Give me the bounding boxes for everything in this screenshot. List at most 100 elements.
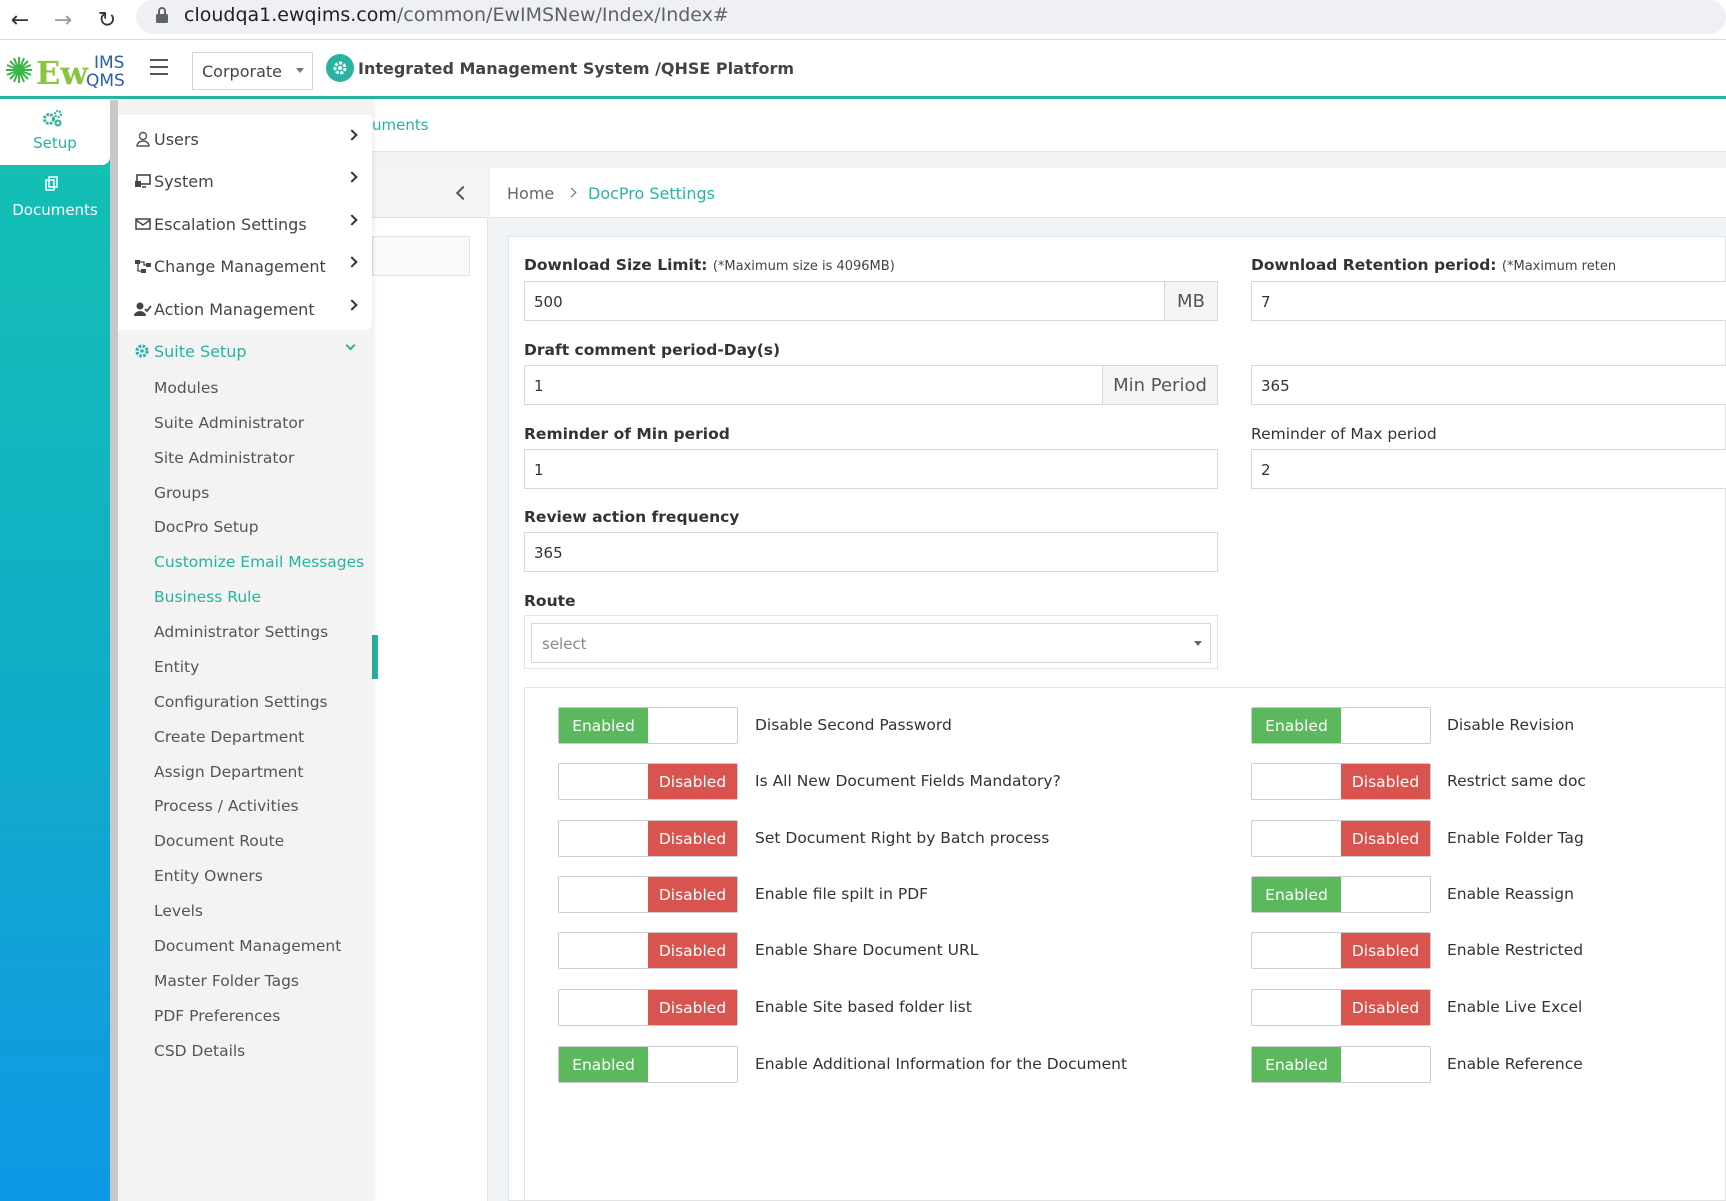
toggle-restrict-same-doc[interactable]: Disabled bbox=[1251, 763, 1431, 800]
toggle-additional-information[interactable]: Enabled bbox=[558, 1046, 738, 1083]
breadcrumb-home[interactable]: Home bbox=[507, 184, 554, 203]
route-label: Route bbox=[524, 592, 576, 610]
download-size-input[interactable]: 500 bbox=[524, 281, 1165, 321]
user-check-icon bbox=[134, 302, 152, 316]
toggle-site-folder-list[interactable]: Disabled bbox=[558, 989, 738, 1026]
toggle-state: Disabled bbox=[1341, 990, 1430, 1025]
lock-icon bbox=[156, 7, 168, 23]
toggle-label: Is All New Document Fields Mandatory? bbox=[755, 772, 1061, 790]
draft-max-input[interactable]: 365 bbox=[1251, 365, 1726, 405]
toggle-reference[interactable]: Enabled bbox=[1251, 1046, 1431, 1083]
hamburger-menu-icon[interactable] bbox=[150, 59, 168, 75]
toggle-label: Enable Reference bbox=[1447, 1055, 1583, 1073]
submenu-master-folder-tags[interactable]: Master Folder Tags bbox=[154, 972, 299, 990]
reminder-min-input[interactable]: 1 bbox=[524, 449, 1218, 489]
toggle-label: Enable Site based folder list bbox=[755, 998, 972, 1016]
menu-item-label: Change Management bbox=[154, 256, 326, 276]
back-icon[interactable]: ← bbox=[6, 6, 34, 34]
submenu-entity-owners[interactable]: Entity Owners bbox=[154, 867, 263, 885]
submenu-create-department[interactable]: Create Department bbox=[154, 728, 304, 746]
submenu-csd-details[interactable]: CSD Details bbox=[154, 1042, 245, 1060]
submenu-configuration-settings[interactable]: Configuration Settings bbox=[154, 693, 328, 711]
caret-down-icon bbox=[1194, 641, 1202, 646]
breadcrumb-current: DocPro Settings bbox=[588, 184, 715, 203]
menu-item-change-management[interactable]: Change Management bbox=[134, 251, 366, 281]
submenu-levels[interactable]: Levels bbox=[154, 902, 203, 920]
tab-documents[interactable]: uments bbox=[372, 116, 429, 134]
entity-selector[interactable]: Corporate bbox=[192, 52, 313, 90]
submenu-docpro-setup[interactable]: DocPro Setup bbox=[154, 518, 259, 536]
platform-title: Integrated Management System /QHSE Platf… bbox=[358, 59, 795, 78]
caret-down-icon bbox=[296, 68, 304, 73]
toggle-label: Enable Live Excel bbox=[1447, 998, 1583, 1016]
sitemap-icon bbox=[135, 260, 151, 273]
menu-item-users[interactable]: Users bbox=[134, 124, 366, 154]
submenu-site-administrator[interactable]: Site Administrator bbox=[154, 449, 294, 467]
toggle-batch-document-right[interactable]: Disabled bbox=[558, 820, 738, 857]
submenu-pdf-preferences[interactable]: PDF Preferences bbox=[154, 1007, 280, 1025]
toggle-all-fields-mandatory[interactable]: Disabled bbox=[558, 763, 738, 800]
toggle-state: Enabled bbox=[1252, 1047, 1341, 1082]
app-header: Ew IMS QMS Corporate Integrated Manageme… bbox=[0, 40, 1726, 99]
menu-item-system[interactable]: System bbox=[134, 166, 366, 196]
reminder-min-label: Reminder of Min period bbox=[524, 425, 730, 443]
toggle-disable-revision[interactable]: Enabled bbox=[1251, 707, 1431, 744]
retention-label: Download Retention period: (*Maximum ret… bbox=[1251, 256, 1616, 274]
reminder-max-input[interactable]: 2 bbox=[1251, 449, 1726, 489]
module-tab-bar bbox=[372, 100, 1726, 152]
submenu-administrator-settings[interactable]: Administrator Settings bbox=[154, 623, 328, 641]
rail-setup-label: Setup bbox=[33, 134, 77, 152]
menu-item-label: Users bbox=[154, 129, 199, 149]
reload-icon[interactable]: ↻ bbox=[93, 6, 121, 34]
submenu-document-route[interactable]: Document Route bbox=[154, 832, 284, 850]
folder-tree-panel bbox=[372, 168, 488, 1201]
submenu-document-management[interactable]: Document Management bbox=[154, 937, 341, 955]
forward-icon[interactable]: → bbox=[49, 6, 77, 34]
rail-item-setup[interactable]: Setup bbox=[0, 100, 110, 165]
toggle-label: Enable Restricted bbox=[1447, 941, 1584, 959]
submenu-process-activities[interactable]: Process / Activities bbox=[154, 797, 299, 815]
toggle-reassign[interactable]: Enabled bbox=[1251, 876, 1431, 913]
submenu-groups[interactable]: Groups bbox=[154, 484, 209, 502]
toggle-state: Disabled bbox=[648, 990, 737, 1025]
toggle-restricted[interactable]: Disabled bbox=[1251, 932, 1431, 969]
toggle-label: Disable Second Password bbox=[755, 716, 952, 734]
svg-text:QMS: QMS bbox=[86, 71, 125, 91]
retention-input[interactable]: 7 bbox=[1251, 281, 1726, 321]
toggle-label: Disable Revision bbox=[1447, 716, 1575, 734]
system-icon bbox=[135, 174, 151, 188]
route-select[interactable]: select bbox=[531, 623, 1211, 663]
submenu-entity[interactable]: Entity bbox=[154, 658, 199, 676]
toggle-folder-tag[interactable]: Disabled bbox=[1251, 820, 1431, 857]
toggle-disable-second-password[interactable]: Enabled bbox=[558, 707, 738, 744]
svg-text:IMS: IMS bbox=[94, 53, 124, 73]
toggle-state: Disabled bbox=[648, 933, 737, 968]
submenu-modules[interactable]: Modules bbox=[154, 379, 218, 397]
toggle-state: Enabled bbox=[1252, 708, 1341, 743]
menu-item-escalation-settings[interactable]: Escalation Settings bbox=[134, 209, 366, 239]
submenu-business-rule[interactable]: Business Rule bbox=[154, 588, 261, 606]
rail-item-documents[interactable]: Documents bbox=[0, 172, 110, 232]
toggle-label: Enable Share Document URL bbox=[755, 941, 979, 959]
draft-min-unit: Min Period bbox=[1102, 365, 1218, 405]
tree-search-input[interactable] bbox=[372, 236, 470, 276]
module-rail: Setup Documents bbox=[0, 100, 110, 1201]
submenu-assign-department[interactable]: Assign Department bbox=[154, 763, 303, 781]
toggle-share-document-url[interactable]: Disabled bbox=[558, 932, 738, 969]
draft-min-input[interactable]: 1 bbox=[524, 365, 1103, 405]
gear-icon bbox=[326, 54, 354, 82]
toggle-state: Enabled bbox=[1252, 877, 1341, 912]
submenu-suite-administrator[interactable]: Suite Administrator bbox=[154, 414, 304, 432]
reminder-max-label: Reminder of Max period bbox=[1251, 425, 1437, 443]
chevron-right-icon bbox=[346, 171, 358, 183]
chevron-down-icon bbox=[345, 340, 356, 351]
submenu-customize-email-messages[interactable]: Customize Email Messages bbox=[154, 553, 364, 571]
menu-item-action-management[interactable]: Action Management bbox=[134, 294, 366, 324]
review-frequency-label: Review action frequency bbox=[524, 508, 740, 526]
toggle-live-excel[interactable]: Disabled bbox=[1251, 989, 1431, 1026]
menu-item-suite-setup[interactable]: Suite Setup bbox=[134, 336, 366, 366]
menu-item-label: Suite Setup bbox=[154, 341, 247, 361]
toggle-file-split-pdf[interactable]: Disabled bbox=[558, 876, 738, 913]
review-frequency-input[interactable]: 365 bbox=[524, 532, 1218, 572]
url-text[interactable]: cloudqa1.ewqims.com/common/EwIMSNew/Inde… bbox=[184, 4, 729, 26]
